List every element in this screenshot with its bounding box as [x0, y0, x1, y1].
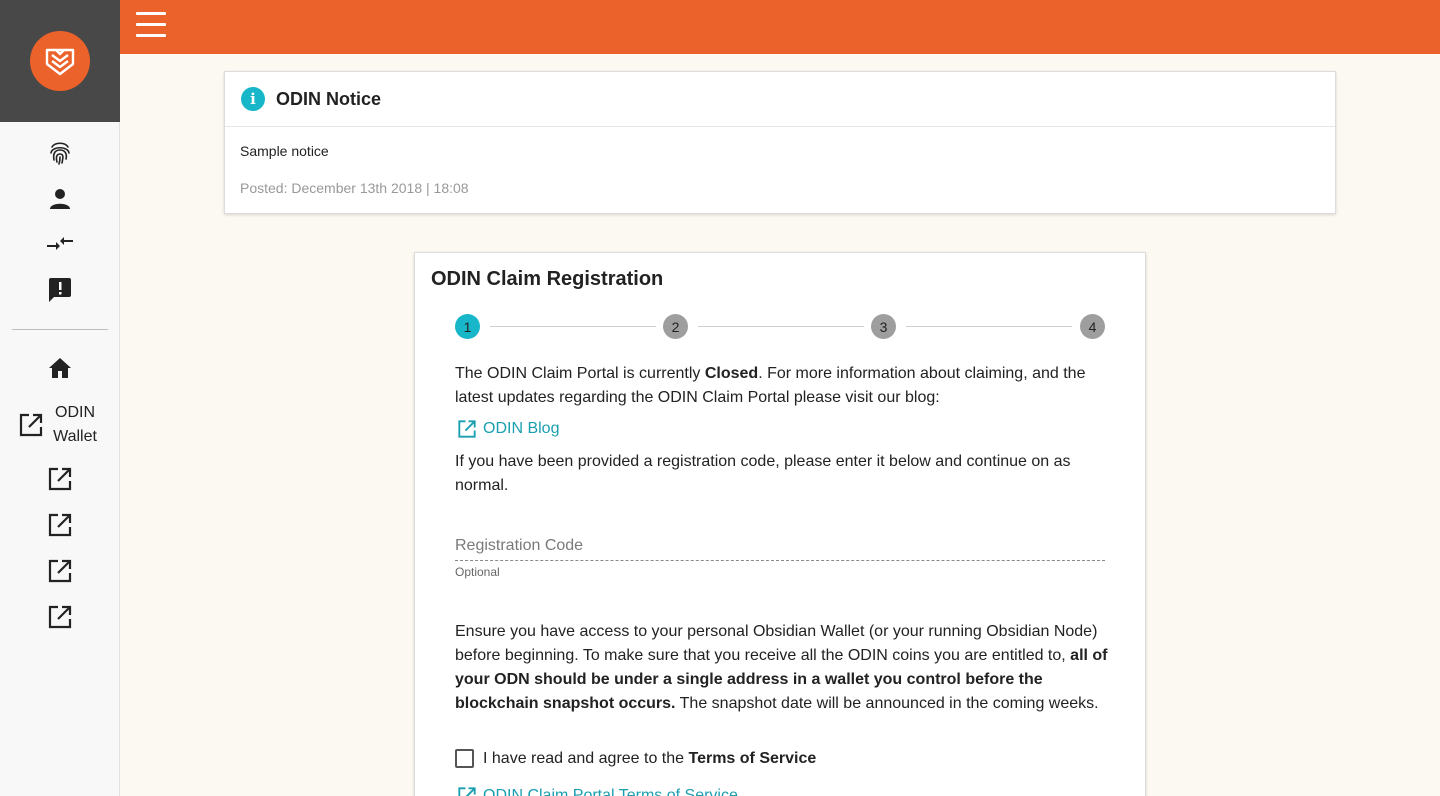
info-icon: i	[241, 87, 265, 111]
claim-registration-card: ODIN Claim Registration 1 2 3 4 The ODIN…	[414, 252, 1146, 796]
sidebar-divider	[12, 329, 108, 330]
menu-icon[interactable]	[136, 12, 166, 38]
tos-checkbox[interactable]	[455, 749, 474, 768]
step-3[interactable]: 3	[871, 314, 896, 339]
step-1[interactable]: 1	[455, 314, 480, 339]
stepper: 1 2 3 4	[455, 314, 1105, 340]
sidebar-external-link-2[interactable]	[0, 507, 120, 543]
external-link-icon	[48, 513, 72, 537]
notice-body: Sample notice	[240, 143, 329, 159]
stepper-connector	[490, 326, 656, 327]
registration-code-instructions: If you have been provided a registration…	[455, 453, 1071, 494]
sidebar-external-link-4[interactable]	[0, 599, 120, 635]
registration-code-input[interactable]	[455, 531, 1105, 561]
portal-status-text: The ODIN Claim Portal is currently Close…	[455, 365, 1086, 406]
external-link-icon	[48, 467, 72, 491]
stepper-connector	[906, 326, 1072, 327]
fingerprint-icon	[50, 142, 70, 165]
external-link-icon	[19, 413, 43, 437]
sidebar-item-feedback[interactable]	[0, 272, 120, 308]
step-4[interactable]: 4	[1080, 314, 1105, 339]
compare-arrows-icon	[47, 237, 73, 250]
sidebar-external-link-3[interactable]	[0, 553, 120, 589]
top-app-bar	[120, 0, 1440, 54]
portal-status-word: Closed	[704, 365, 759, 382]
odin-logo-icon	[45, 48, 75, 76]
notice-card: i ODIN Notice Sample notice Posted: Dece…	[224, 71, 1336, 214]
external-link-icon	[458, 787, 476, 796]
tos-agreement-row: I have read and agree to the Terms of Se…	[455, 749, 816, 768]
stepper-connector	[698, 326, 864, 327]
claim-title: ODIN Claim Registration	[431, 268, 664, 290]
registration-code-hint: Optional	[455, 565, 500, 579]
odin-blog-label: ODIN Blog	[483, 420, 560, 437]
home-icon	[49, 358, 71, 378]
sidebar-item-account[interactable]	[0, 181, 120, 217]
step-2[interactable]: 2	[663, 314, 688, 339]
sidebar: ODIN Wallet	[0, 0, 120, 796]
external-link-icon	[48, 559, 72, 583]
sidebar-item-fingerprint[interactable]	[0, 135, 120, 171]
notice-posted-date: Posted: December 13th 2018 | 18:08	[240, 180, 469, 196]
tos-checkbox-label: I have read and agree to the Terms of Se…	[483, 749, 817, 767]
tos-link[interactable]: ODIN Claim Portal Terms of Service	[457, 786, 738, 796]
sidebar-item-home[interactable]	[0, 350, 120, 386]
notice-header: i ODIN Notice	[225, 72, 1335, 127]
sidebar-wallet-label: ODIN Wallet	[53, 404, 97, 445]
odin-blog-link[interactable]: ODIN Blog	[457, 419, 559, 439]
sidebar-item-odin-wallet[interactable]: ODIN Wallet	[0, 400, 120, 450]
notice-title: ODIN Notice	[276, 88, 382, 109]
sidebar-item-transfer[interactable]	[0, 226, 120, 262]
external-link-icon	[48, 605, 72, 629]
wallet-requirement-text: Ensure you have access to your personal …	[455, 623, 1108, 712]
external-link-icon	[458, 420, 476, 438]
person-icon	[50, 189, 70, 209]
odin-logo[interactable]	[30, 31, 90, 91]
feedback-icon	[49, 278, 71, 302]
tos-link-label: ODIN Claim Portal Terms of Service	[483, 787, 738, 796]
sidebar-external-link-1[interactable]	[0, 461, 120, 497]
sidebar-logo-area	[0, 0, 120, 122]
